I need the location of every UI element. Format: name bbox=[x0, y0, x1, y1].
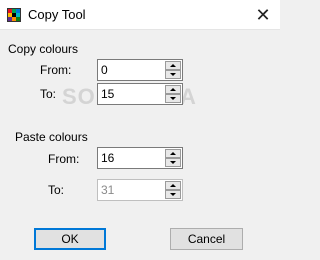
copy-from-label: From: bbox=[40, 63, 72, 77]
paste-to-increment-button bbox=[165, 181, 181, 190]
paste-from-spinner[interactable] bbox=[97, 147, 183, 169]
ok-button[interactable]: OK bbox=[34, 228, 106, 250]
paste-from-increment-button[interactable] bbox=[165, 149, 181, 158]
paste-from-input[interactable] bbox=[98, 148, 167, 168]
copy-from-decrement-button[interactable] bbox=[165, 70, 181, 79]
cancel-button[interactable]: Cancel bbox=[170, 228, 243, 250]
paste-to-decrement-button bbox=[165, 190, 181, 199]
paste-from-decrement-button[interactable] bbox=[165, 158, 181, 167]
copy-from-spinner[interactable] bbox=[97, 59, 183, 81]
paste-colours-heading: Paste colours bbox=[15, 130, 88, 144]
copy-from-increment-button[interactable] bbox=[165, 61, 181, 70]
arrow-up-icon bbox=[170, 88, 176, 91]
copy-to-input[interactable] bbox=[98, 84, 167, 104]
copy-from-input[interactable] bbox=[98, 60, 167, 80]
arrow-down-icon bbox=[170, 97, 176, 100]
arrow-up-icon bbox=[170, 152, 176, 155]
copy-to-decrement-button[interactable] bbox=[165, 94, 181, 103]
close-button[interactable]: ✕ bbox=[246, 0, 280, 30]
arrow-up-icon bbox=[170, 64, 176, 67]
paste-from-label: From: bbox=[48, 152, 80, 166]
palette-icon bbox=[7, 8, 21, 22]
window-title: Copy Tool bbox=[28, 7, 86, 22]
copy-to-increment-button[interactable] bbox=[165, 85, 181, 94]
arrow-down-icon bbox=[170, 161, 176, 164]
arrow-up-icon bbox=[170, 184, 176, 187]
title-bar: Copy Tool ✕ bbox=[0, 0, 280, 30]
arrow-down-icon bbox=[170, 193, 176, 196]
copy-to-spinner[interactable] bbox=[97, 83, 183, 105]
copy-colours-heading: Copy colours bbox=[8, 42, 79, 56]
paste-to-label: To: bbox=[48, 183, 65, 197]
copy-to-label: To: bbox=[40, 87, 57, 101]
paste-to-input bbox=[98, 180, 167, 200]
arrow-down-icon bbox=[170, 73, 176, 76]
paste-to-spinner bbox=[97, 179, 183, 201]
